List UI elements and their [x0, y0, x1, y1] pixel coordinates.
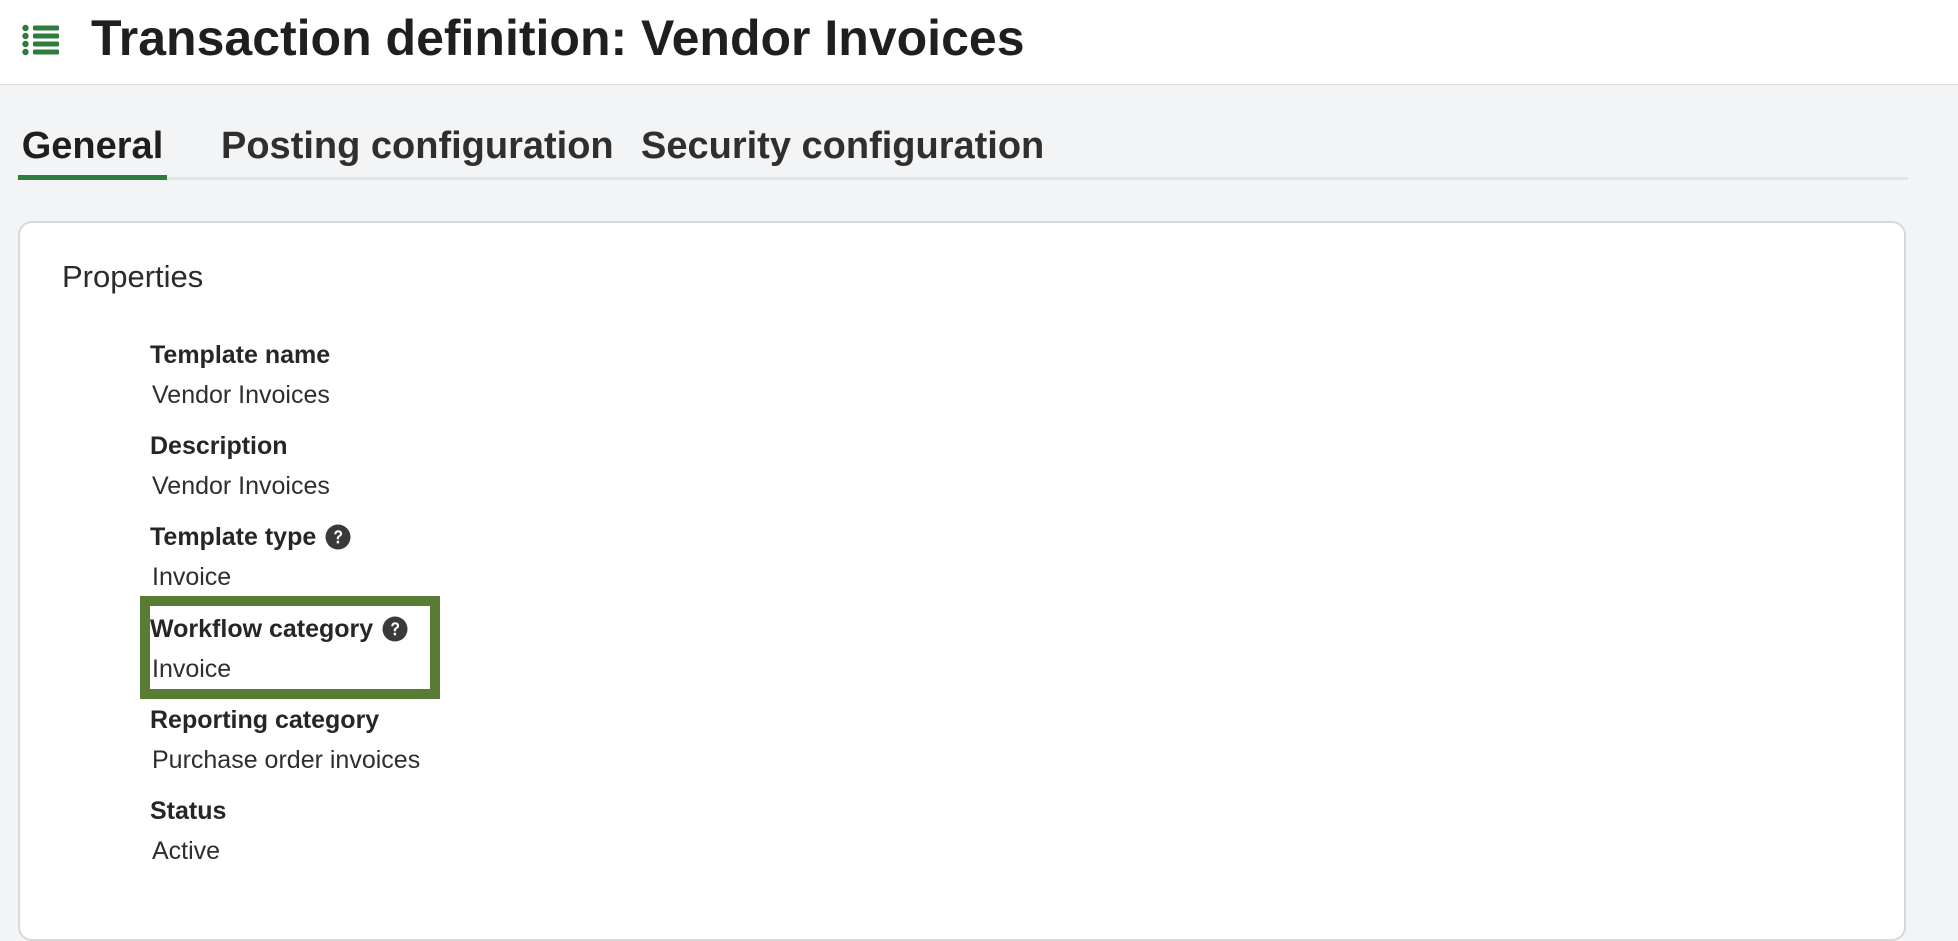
field-workflow-category: Workflow category Invoice — [150, 609, 510, 689]
template-type-label: Template type — [150, 522, 317, 551]
field-label: Reporting category — [150, 700, 510, 740]
field-description: Description Vendor Invoices — [150, 426, 510, 506]
field-status: Status Active — [150, 791, 510, 871]
tab-general[interactable]: General — [18, 118, 167, 180]
field-reporting-category: Reporting category Purchase order invoic… — [150, 700, 510, 780]
tab-security-configuration[interactable]: Security configuration — [641, 118, 1044, 180]
template-name-label: Template name — [150, 340, 331, 369]
tab-bar: General Posting configuration Security c… — [18, 118, 1908, 180]
workflow-category-value: Invoice — [152, 655, 232, 683]
field-label: Description — [150, 426, 510, 466]
description-label: Description — [150, 431, 288, 460]
field-label: Template type — [150, 517, 510, 557]
field-template-name: Template name Vendor Invoices — [150, 335, 510, 415]
properties-card: Properties Template name Vendor Invoices… — [18, 221, 1906, 941]
template-name-value: Vendor Invoices — [152, 381, 330, 409]
page-header: Transaction definition: Vendor Invoices — [0, 0, 1958, 85]
page-title: Transaction definition: Vendor Invoices — [91, 10, 1025, 66]
question-circle-icon[interactable] — [325, 524, 351, 550]
workflow-category-label: Workflow category — [150, 614, 374, 643]
field-template-type: Template type Invoice — [150, 517, 510, 597]
tab-posting-configuration[interactable]: Posting configuration — [221, 118, 614, 180]
field-label: Template name — [150, 335, 510, 375]
field-label: Status — [150, 791, 510, 831]
reporting-category-value: Purchase order invoices — [152, 746, 421, 774]
status-value: Active — [152, 837, 221, 865]
field-label: Workflow category — [150, 609, 510, 649]
reporting-category-label: Reporting category — [150, 705, 380, 734]
template-type-value: Invoice — [152, 563, 232, 591]
list-icon[interactable] — [22, 24, 60, 56]
description-value: Vendor Invoices — [152, 472, 330, 500]
status-label: Status — [150, 796, 227, 825]
question-circle-icon[interactable] — [382, 616, 408, 642]
properties-heading: Properties — [62, 259, 204, 294]
